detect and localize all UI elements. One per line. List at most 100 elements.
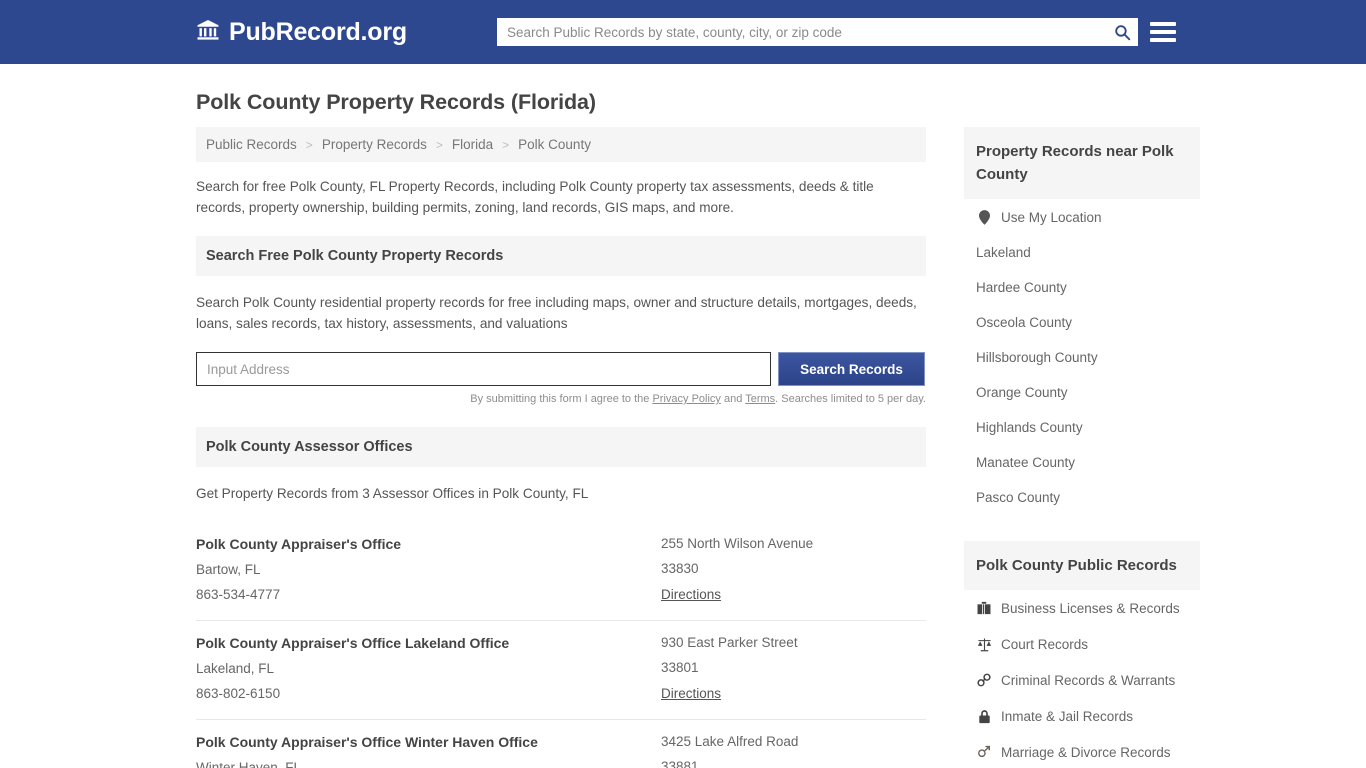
sidebar-item-use-my-location[interactable]: Use My Location <box>964 199 1200 235</box>
lock-icon <box>976 708 992 724</box>
site-header: PubRecord.org <box>0 0 1366 64</box>
sidebar-public-records-heading: Polk County Public Records <box>964 541 1200 590</box>
assessor-section-heading: Polk County Assessor Offices <box>196 427 926 467</box>
breadcrumb-item-polk-county[interactable]: Polk County <box>518 137 591 152</box>
privacy-policy-link[interactable]: Privacy Policy <box>652 393 720 405</box>
office-phone: 863-802-6150 <box>196 686 281 701</box>
sidebar-item-lakeland[interactable]: Lakeland <box>964 235 1200 270</box>
sidebar-item-highlands-county[interactable]: Highlands County <box>964 410 1200 445</box>
sidebar-item-label: Pasco County <box>976 490 1061 505</box>
bank-building-icon <box>196 18 220 47</box>
gender-symbols-icon <box>976 744 992 760</box>
sidebar-item-label: Lakeland <box>976 245 1031 260</box>
office-address: 930 East Parker Street 33801 Directions <box>661 635 926 703</box>
terms-link[interactable]: Terms <box>745 393 775 405</box>
sidebar-item-pasco-county[interactable]: Pasco County <box>964 480 1200 515</box>
breadcrumb-item-property-records[interactable]: Property Records <box>322 137 427 152</box>
assessor-office-list: Polk County Appraiser's Office Bartow, F… <box>196 522 926 768</box>
office-city-state: Winter Haven, FL <box>196 760 302 768</box>
office-zip: 33801 <box>661 660 699 675</box>
sidebar-item-label: Marriage & Divorce Records <box>1001 744 1171 760</box>
sidebar-item-osceola-county[interactable]: Osceola County <box>964 305 1200 340</box>
sidebar-item-label: Highlands County <box>976 420 1083 435</box>
search-records-button[interactable]: Search Records <box>778 352 925 386</box>
sidebar-item-court-records[interactable]: Court Records <box>964 626 1200 662</box>
site-logo[interactable]: PubRecord.org <box>196 18 407 47</box>
office-details: Polk County Appraiser's Office Bartow, F… <box>196 536 661 604</box>
sidebar-item-label: Business Licenses & Records <box>1001 600 1180 616</box>
sidebar-item-marriage-divorce-records[interactable]: Marriage & Divorce Records <box>964 734 1200 768</box>
office-details: Polk County Appraiser's Office Winter Ha… <box>196 734 661 768</box>
hamburger-bar <box>1150 30 1176 34</box>
breadcrumb-separator-icon: > <box>305 137 313 152</box>
sidebar-item-business-licenses[interactable]: Business Licenses & Records <box>964 590 1200 626</box>
site-logo-text: PubRecord.org <box>229 17 407 46</box>
office-city-state: Bartow, FL <box>196 562 261 577</box>
sidebar-public-records-list: Business Licenses & Records Court Record… <box>964 590 1200 768</box>
sidebar-item-label: Court Records <box>1001 636 1089 652</box>
office-street: 255 North Wilson Avenue <box>661 536 814 551</box>
sidebar-nearby-heading: Property Records near Polk County <box>964 127 1200 199</box>
directions-link[interactable]: Directions <box>661 587 721 602</box>
office-address: 3425 Lake Alfred Road 33881 Directions <box>661 734 926 768</box>
disclaimer-text-before: By submitting this form I agree to the <box>470 393 653 405</box>
main-column: Public Records > Property Records > Flor… <box>196 127 926 768</box>
sidebar-item-label: Use My Location <box>1001 209 1102 225</box>
sidebar-item-inmate-jail-records[interactable]: Inmate & Jail Records <box>964 698 1200 734</box>
sidebar-item-manatee-county[interactable]: Manatee County <box>964 445 1200 480</box>
sidebar-item-label: Hardee County <box>976 280 1067 295</box>
sidebar: Property Records near Polk County Use My… <box>964 127 1200 768</box>
search-section-description: Search Polk County residential property … <box>196 295 917 331</box>
sidebar-item-label: Manatee County <box>976 455 1076 470</box>
page-content: Polk County Property Records (Florida) P… <box>0 90 1366 768</box>
breadcrumb-item-public-records[interactable]: Public Records <box>206 137 297 152</box>
address-input[interactable] <box>196 352 771 386</box>
breadcrumb-separator-icon: > <box>435 137 443 152</box>
table-row: Polk County Appraiser's Office Bartow, F… <box>196 522 926 621</box>
page-title: Polk County Property Records (Florida) <box>196 90 596 114</box>
table-row: Polk County Appraiser's Office Lakeland … <box>196 621 926 720</box>
sidebar-item-label: Inmate & Jail Records <box>1001 708 1134 724</box>
hamburger-menu-icon[interactable] <box>1150 19 1176 45</box>
breadcrumb-item-florida[interactable]: Florida <box>452 137 493 152</box>
breadcrumb-separator-icon: > <box>502 137 510 152</box>
table-row: Polk County Appraiser's Office Winter Ha… <box>196 720 926 768</box>
office-street: 930 East Parker Street <box>661 635 798 650</box>
office-name[interactable]: Polk County Appraiser's Office Lakeland … <box>196 635 661 651</box>
office-city-state: Lakeland, FL <box>196 661 275 676</box>
office-details: Polk County Appraiser's Office Lakeland … <box>196 635 661 703</box>
office-address: 255 North Wilson Avenue 33830 Directions <box>661 536 926 604</box>
disclaimer-text-after: . Searches limited to 5 per day. <box>775 393 926 405</box>
handcuffs-icon <box>976 672 992 688</box>
sidebar-item-hillsborough-county[interactable]: Hillsborough County <box>964 340 1200 375</box>
breadcrumb: Public Records > Property Records > Flor… <box>196 127 926 162</box>
office-street: 3425 Lake Alfred Road <box>661 734 799 749</box>
disclaimer-text-middle: and <box>720 393 746 405</box>
directions-link[interactable]: Directions <box>661 686 721 701</box>
office-name[interactable]: Polk County Appraiser's Office Winter Ha… <box>196 734 661 750</box>
office-name[interactable]: Polk County Appraiser's Office <box>196 536 661 552</box>
header-search-bar <box>497 18 1138 46</box>
sidebar-item-label: Orange County <box>976 385 1068 400</box>
office-phone: 863-534-4777 <box>196 587 281 602</box>
sidebar-item-criminal-records[interactable]: Criminal Records & Warrants <box>964 662 1200 698</box>
map-pin-icon <box>976 209 992 225</box>
scales-of-justice-icon <box>976 636 992 652</box>
sidebar-item-label: Osceola County <box>976 315 1073 330</box>
sidebar-item-hardee-county[interactable]: Hardee County <box>964 270 1200 305</box>
sidebar-item-label: Hillsborough County <box>976 350 1098 365</box>
sidebar-item-orange-county[interactable]: Orange County <box>964 375 1200 410</box>
office-zip: 33830 <box>661 561 699 576</box>
search-input[interactable] <box>497 19 1106 45</box>
search-section-heading: Search Free Polk County Property Records <box>196 236 926 276</box>
office-zip: 33881 <box>661 759 699 768</box>
address-search-form: Search Records <box>196 352 926 386</box>
briefcase-icon <box>976 600 992 616</box>
sidebar-item-label: Criminal Records & Warrants <box>1001 672 1176 688</box>
hamburger-bar <box>1150 38 1176 42</box>
hamburger-bar <box>1150 22 1176 26</box>
sidebar-nearby-list: Use My Location Lakeland Hardee County O… <box>964 199 1200 515</box>
intro-text: Search for free Polk County, FL Property… <box>196 179 874 215</box>
assessor-section-subtext: Get Property Records from 3 Assessor Off… <box>196 486 589 501</box>
search-icon[interactable] <box>1106 19 1138 45</box>
